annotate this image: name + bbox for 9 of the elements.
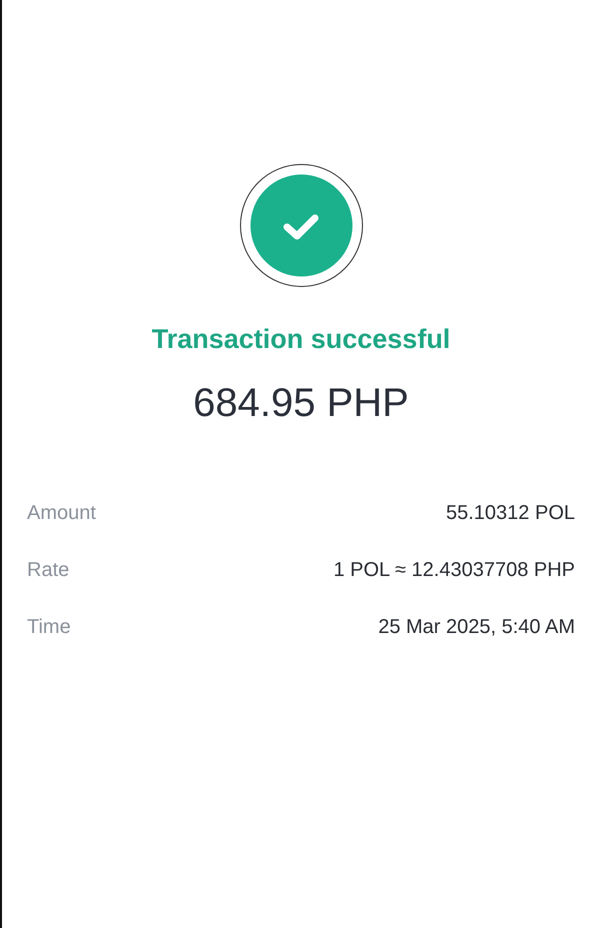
detail-value: 55.10312 POL bbox=[446, 501, 575, 525]
detail-label: Amount bbox=[27, 501, 96, 525]
detail-label: Rate bbox=[27, 558, 70, 582]
detail-value: 25 Mar 2025, 5:40 AM bbox=[378, 615, 575, 639]
success-check-icon bbox=[240, 164, 362, 287]
status-title: Transaction successful bbox=[152, 323, 450, 355]
detail-value: 1 POL ≈ 12.43037708 PHP bbox=[333, 558, 575, 582]
detail-label: Time bbox=[27, 615, 71, 639]
amount-total: 684.95 PHP bbox=[193, 380, 409, 427]
